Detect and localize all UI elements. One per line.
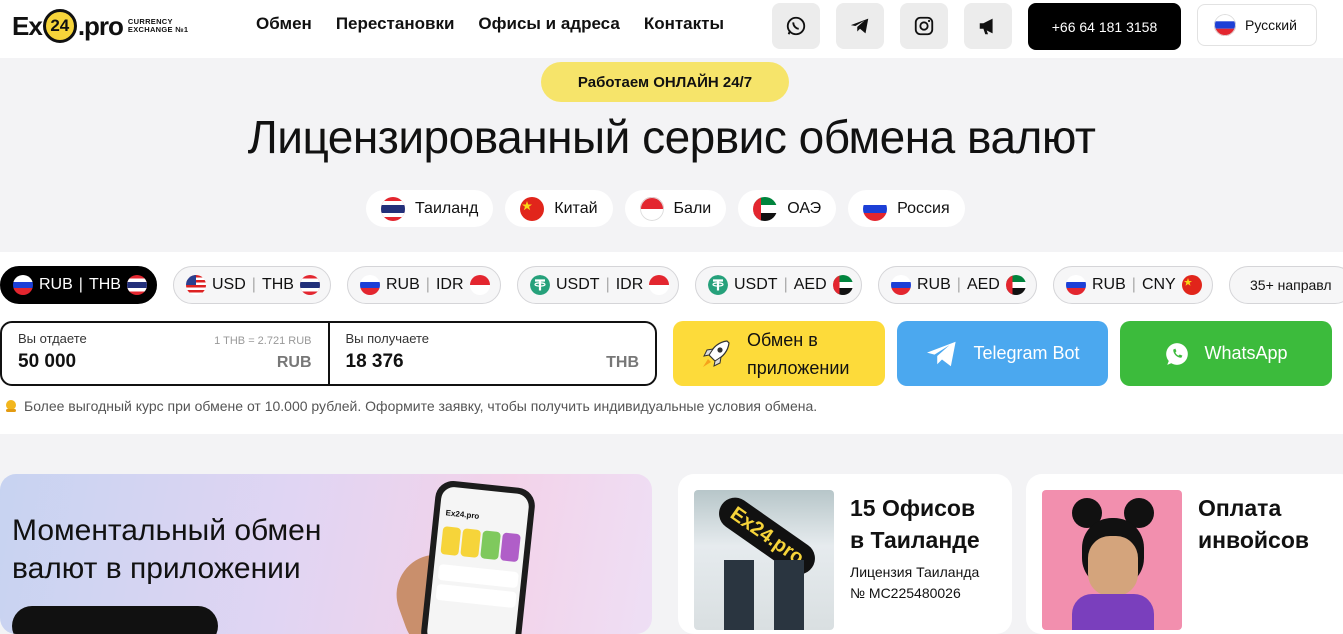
uae-flag-icon: [1005, 275, 1026, 295]
header: Ex 24 .pro CURRENCY EXCHANGE №1 Обмен Пер…: [0, 0, 1343, 58]
russia-flag-icon: [1066, 275, 1086, 295]
thailand-flag-icon: [381, 196, 405, 221]
app-promo-title: Моментальный обмен валют в приложении: [12, 514, 322, 585]
instagram-icon: [914, 16, 934, 36]
uae-flag-icon: [832, 275, 853, 295]
russia-flag-icon: [13, 275, 33, 295]
instagram-header-button[interactable]: [900, 3, 948, 49]
get-label: Вы получаете: [345, 331, 430, 346]
language-selector[interactable]: Русский: [1197, 4, 1317, 46]
country-list: Таиланд Китай Бали ОАЭ Россия: [366, 190, 965, 227]
telegram-icon: [927, 341, 957, 366]
logo-text-pro: .pro: [77, 10, 124, 41]
nav-offices[interactable]: Офисы и адреса: [478, 14, 619, 34]
news-header-button[interactable]: [964, 3, 1012, 49]
invoice-title: Оплата инвойсов: [1198, 495, 1310, 553]
country-uae[interactable]: ОАЭ: [738, 190, 837, 227]
app-promo-card[interactable]: Моментальный обмен валют в приложении Ex2…: [0, 474, 652, 634]
logo-tagline: CURRENCY EXCHANGE №1: [127, 17, 189, 34]
app-exchange-button[interactable]: Обмен в приложении: [673, 321, 885, 386]
telegram-icon: [850, 18, 869, 34]
main-nav: Обмен Перестановки Офисы и адреса Контак…: [256, 14, 724, 34]
exchange-calculator: Вы отдаете 50 000 1 THB = 2.721 RUB RUB …: [0, 321, 657, 386]
offices-card[interactable]: Ex24.pro 15 Офисов в Таиланде Лицензия Та…: [678, 474, 1012, 634]
telegram-header-button[interactable]: [836, 3, 884, 49]
language-label: Русский: [1245, 17, 1297, 33]
whatsapp-icon: [786, 16, 806, 36]
china-flag-icon: [520, 196, 545, 221]
pair-rub-idr[interactable]: RUB | IDR: [347, 266, 501, 304]
uae-flag-icon: [753, 196, 778, 221]
pair-usdt-aed[interactable]: USDT | AED: [695, 266, 862, 304]
exchange-rate: 1 THB = 2.721 RUB: [214, 335, 312, 347]
russia-flag-icon: [360, 275, 380, 295]
invoice-card[interactable]: Оплата инвойсов: [1026, 474, 1343, 634]
phone-mockup-image: Ex24.pro: [419, 479, 537, 634]
nav-exchange[interactable]: Обмен: [256, 14, 312, 34]
get-amount-input[interactable]: 18 376: [346, 351, 640, 373]
thailand-flag-icon: [126, 275, 147, 295]
russia-flag-icon: [891, 275, 911, 295]
page-title: Лицензированный сервис обмена валют: [247, 111, 1096, 163]
rocket-icon: [703, 339, 730, 367]
phone-screen-logo: Ex24.pro: [445, 508, 480, 521]
pair-usd-thb[interactable]: USD | THB: [173, 266, 331, 304]
logo-text-ex: Ex: [12, 10, 43, 41]
give-field[interactable]: Вы отдаете 50 000 1 THB = 2.721 RUB RUB: [2, 323, 328, 384]
indonesia-flag-icon: [639, 196, 664, 221]
app-promo-button[interactable]: [12, 606, 218, 634]
give-currency[interactable]: RUB: [277, 354, 312, 372]
phone-button[interactable]: +66 64 181 3158: [1028, 3, 1181, 50]
china-flag-icon: [1181, 275, 1202, 295]
pair-usdt-idr[interactable]: USDT | IDR: [517, 266, 679, 304]
get-currency[interactable]: THB: [606, 354, 639, 372]
license-info: Лицензия Таиланда № MC225480026: [850, 564, 980, 601]
tether-icon: [708, 275, 728, 295]
logo-circle-24: 24: [42, 9, 77, 43]
country-thailand[interactable]: Таиланд: [366, 190, 494, 227]
russia-flag-icon: [863, 196, 888, 221]
pair-rub-cny[interactable]: RUB | CNY: [1053, 266, 1213, 304]
pair-rub-thb[interactable]: RUB | THB: [0, 266, 157, 304]
office-photo: Ex24.pro: [694, 490, 834, 630]
more-directions-button[interactable]: 35+ направл: [1229, 266, 1343, 304]
better-rate-note: Более выгодный курс при обмене от 10.000…: [4, 398, 817, 414]
pair-rub-aed[interactable]: RUB | AED: [878, 266, 1037, 304]
nav-contacts[interactable]: Контакты: [644, 14, 724, 34]
country-china[interactable]: Китай: [505, 190, 613, 227]
online-badge: Работаем ОНЛАЙН 24/7: [541, 62, 789, 102]
get-field[interactable]: Вы получаете 18 376 THB: [327, 323, 656, 384]
coin-icon: [6, 400, 16, 412]
whatsapp-header-button[interactable]: [772, 3, 820, 49]
app-exchange-label: Обмен в приложении: [747, 329, 850, 378]
country-bali[interactable]: Бали: [624, 190, 727, 227]
logo[interactable]: Ex 24 .pro CURRENCY EXCHANGE №1: [12, 6, 188, 46]
usa-flag-icon: [186, 275, 206, 295]
invoice-photo: [1042, 490, 1182, 630]
megaphone-icon: [979, 18, 993, 35]
thailand-flag-icon: [299, 275, 320, 295]
russia-flag-icon: [1214, 14, 1236, 36]
currency-pair-tabs: RUB | THB USD | THB RUB | IDR USDT | IDR USDT | AE…: [0, 266, 1343, 304]
tether-icon: [530, 275, 550, 295]
country-russia[interactable]: Россия: [848, 190, 965, 227]
offices-title: 15 Офисов в Таиланде: [850, 495, 980, 553]
nav-permutations[interactable]: Перестановки: [336, 14, 455, 34]
indonesia-flag-icon: [649, 275, 670, 295]
whatsapp-label: WhatsApp: [1204, 343, 1288, 363]
indonesia-flag-icon: [469, 275, 490, 295]
telegram-bot-button[interactable]: Telegram Bot: [897, 321, 1108, 386]
give-amount-input[interactable]: 50 000: [18, 351, 312, 373]
telegram-bot-label: Telegram Bot: [973, 343, 1080, 363]
whatsapp-button[interactable]: WhatsApp: [1120, 321, 1332, 386]
whatsapp-icon: [1166, 342, 1189, 365]
